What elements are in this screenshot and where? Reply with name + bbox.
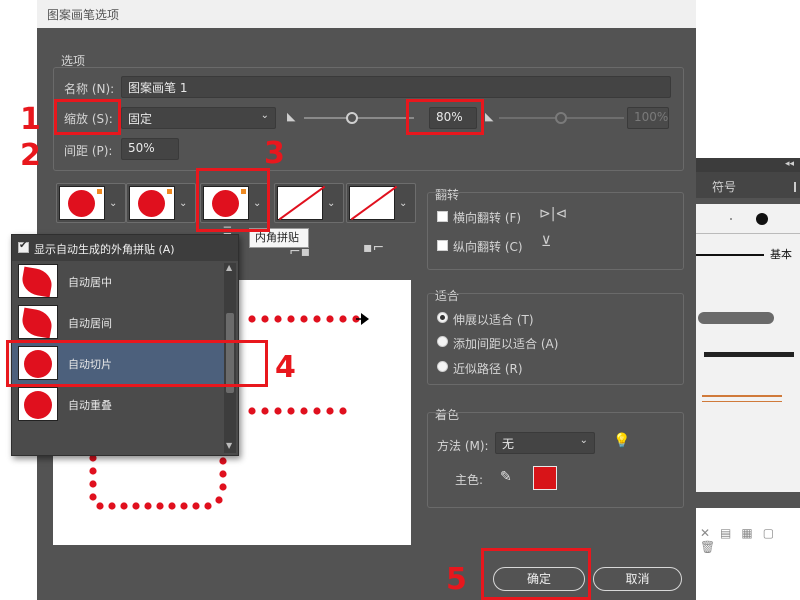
cancel-button[interactable]: 取消: [593, 567, 682, 591]
panel-top-strip: ◂◂: [690, 158, 800, 172]
fit-stretch-radio[interactable]: [437, 312, 448, 323]
key-color-swatch[interactable]: [533, 466, 557, 490]
dialog-titlebar: 图案画笔选项: [37, 0, 696, 28]
end-tile-preview: [349, 185, 398, 221]
annotation-box-3: [196, 168, 270, 232]
method-label: 方法 (M):: [437, 439, 489, 453]
chevron-down-icon: ⌄: [579, 435, 588, 446]
slider-start-icon: ◣: [287, 110, 296, 123]
annotation-number-2: 2: [20, 138, 41, 173]
large-dot-brush[interactable]: [756, 213, 768, 225]
max-value-field: 100%: [627, 107, 669, 129]
panel-menu-icon[interactable]: [794, 182, 800, 192]
menu-item-auto-centered[interactable]: 自动居中: [12, 261, 224, 302]
side-tile-preview: [59, 186, 105, 220]
scroll-down-icon[interactable]: ▼: [226, 441, 232, 450]
max-slider-knob: [555, 112, 567, 124]
annotation-box-5: [481, 548, 591, 600]
key-color-label: 主色:: [455, 473, 484, 487]
name-label: 名称 (N):: [64, 82, 115, 96]
basic-brush-label: 基本: [770, 248, 792, 261]
arrow-brush-line: [702, 401, 782, 402]
method-select[interactable]: 无 ⌄: [495, 432, 595, 454]
brush-list: 基本 ✕▤▦▢🗑: [694, 204, 800, 554]
annotation-box-1: [54, 99, 121, 135]
chevron-down-icon: ⌄: [399, 198, 408, 209]
chevron-down-icon: ⌄: [109, 198, 118, 209]
scale-slider-track[interactable]: [304, 117, 414, 119]
panel-bottom-icons[interactable]: ✕▤▦▢🗑: [700, 526, 800, 554]
leaf-tile-thumbnail: [18, 264, 58, 298]
brushes-panel: ◂◂ 符号 基本 ✕▤▦▢🗑: [690, 158, 800, 554]
scroll-up-icon[interactable]: ▲: [226, 263, 232, 272]
spacing-value: 50%: [128, 141, 155, 155]
scale-select-value: 固定: [128, 112, 153, 126]
chevron-down-icon: ⌄: [260, 110, 269, 121]
leaf-tile-thumbnail: [18, 305, 58, 339]
flip-vertical-checkbox[interactable]: [437, 240, 448, 251]
method-value: 无: [502, 437, 515, 451]
outer-corner-tile-preview: [129, 186, 175, 220]
max-value: 100%: [634, 110, 669, 124]
start-tile-button[interactable]: ⌄: [274, 183, 344, 223]
cancel-label: 取消: [625, 572, 650, 586]
spacing-label: 间距 (P):: [64, 144, 113, 158]
end-tile-button[interactable]: ⌄: [346, 183, 416, 223]
annotation-box-1b: [406, 99, 484, 135]
scale-slider-knob[interactable]: [346, 112, 358, 124]
arrow-brush[interactable]: [702, 395, 782, 397]
tips-bulb-icon[interactable]: 💡: [613, 433, 630, 449]
fit-add-space-radio[interactable]: [437, 336, 448, 347]
tab-symbols[interactable]: 符号: [712, 178, 736, 195]
flip-vertical-icon: ⊻: [541, 234, 552, 250]
annotation-number-4: 4: [275, 350, 296, 385]
show-auto-corners-label: 显示自动生成的外角拼贴 (A): [34, 243, 175, 256]
charcoal-brush[interactable]: [698, 312, 774, 324]
colorize-group: [427, 412, 684, 508]
show-auto-corners-checkbox[interactable]: [18, 240, 29, 253]
fit-approx-path-label: 近似路径 (R): [453, 362, 523, 376]
flip-vertical-label: 纵向翻转 (C): [453, 240, 523, 254]
slider-end-icon: ◣: [485, 110, 494, 123]
flip-horizontal-checkbox[interactable]: [437, 211, 448, 222]
annotation-number-3: 3: [264, 136, 285, 171]
scale-select[interactable]: 固定 ⌄: [121, 107, 276, 129]
tooltip-text: 内角拼贴: [255, 231, 299, 244]
flip-horizontal-icon: ⊳|⊲: [539, 206, 568, 222]
fit-stretch-label: 伸展以适合 (T): [453, 313, 534, 327]
start-tile-preview: [277, 185, 326, 221]
chevron-down-icon: ⌄: [327, 198, 336, 209]
menu-header[interactable]: 显示自动生成的外角拼贴 (A): [12, 235, 238, 261]
brush-row-dots[interactable]: [694, 204, 800, 234]
name-field[interactable]: 图案画笔 1: [121, 76, 671, 98]
small-dot-brush[interactable]: [730, 218, 732, 220]
fit-approx-path-radio[interactable]: [437, 361, 448, 372]
fit-add-space-label: 添加间距以适合 (A): [453, 337, 559, 351]
options-label: 选项: [61, 54, 86, 68]
outer-corner-tile-button[interactable]: ⌄: [126, 183, 196, 223]
circle-tile-thumbnail: [18, 387, 58, 421]
eyedropper-icon[interactable]: ✎: [500, 469, 512, 485]
collapse-arrows-icon[interactable]: ◂◂: [785, 159, 794, 169]
menu-item-label: 自动居中: [68, 276, 112, 289]
annotation-number-1: 1: [20, 102, 41, 137]
annotation-box-4: [6, 340, 268, 387]
dialog-title: 图案画笔选项: [47, 8, 120, 22]
basic-brush-line[interactable]: [694, 254, 764, 256]
rough-brush[interactable]: [704, 352, 794, 357]
menu-item-auto-overlap[interactable]: 自动重叠: [12, 384, 224, 425]
panel-tab-bar: [690, 172, 800, 198]
menu-item-auto-between[interactable]: 自动居间: [12, 302, 224, 343]
menu-item-label: 自动重叠: [68, 399, 112, 412]
name-value: 图案画笔 1: [128, 81, 188, 95]
chevron-down-icon: ⌄: [179, 198, 188, 209]
side-tile-button[interactable]: ⌄: [56, 183, 126, 223]
menu-item-label: 自动居间: [68, 317, 112, 330]
annotation-number-5: 5: [446, 562, 467, 597]
flip-horizontal-label: 横向翻转 (F): [453, 211, 522, 225]
spacing-field[interactable]: 50%: [121, 138, 179, 160]
end-tile-icon: ▪⌐: [363, 240, 385, 256]
flip-group: [427, 192, 684, 270]
